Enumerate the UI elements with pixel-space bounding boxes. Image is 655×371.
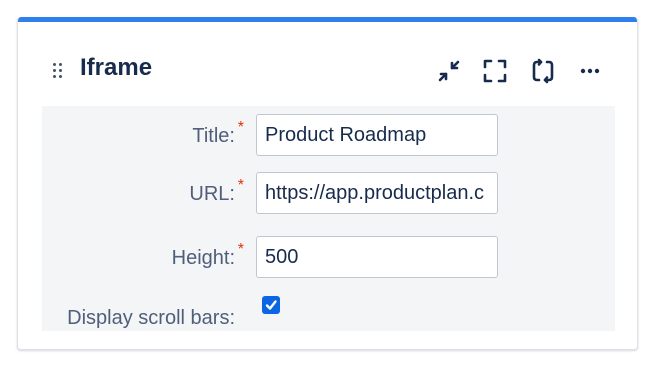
- card-header: Iframe: [18, 22, 637, 106]
- title-label: Title:: [192, 125, 235, 147]
- height-label: Height:: [171, 247, 235, 269]
- checkmark-icon: [265, 300, 277, 310]
- refresh-button[interactable]: [528, 56, 558, 86]
- height-row: Height: *: [42, 236, 615, 280]
- refresh-icon: [532, 58, 554, 84]
- more-icon: [580, 68, 600, 74]
- required-marker: *: [237, 119, 244, 136]
- title-input[interactable]: [256, 114, 498, 156]
- title-row: Title: *: [42, 114, 615, 158]
- scroll-bars-checkbox[interactable]: [262, 296, 280, 314]
- url-input[interactable]: [256, 172, 498, 214]
- required-marker: *: [237, 177, 244, 194]
- scroll-bars-label: Display scroll bars:: [67, 307, 235, 329]
- drag-handle-icon[interactable]: [53, 63, 65, 81]
- macro-parameters-form: Title: * URL: * Height: * Display scroll…: [42, 106, 615, 331]
- url-row: URL: *: [42, 172, 615, 216]
- required-marker: *: [237, 241, 244, 258]
- iframe-macro-card: Iframe Title: * Product Roadmap URL: * h…: [17, 17, 638, 350]
- more-options-button[interactable]: [575, 56, 605, 86]
- height-input[interactable]: [256, 236, 498, 278]
- fullscreen-icon: [483, 59, 507, 83]
- fullscreen-button[interactable]: [480, 56, 510, 86]
- macro-title: Iframe: [80, 54, 153, 81]
- url-label: URL:: [189, 183, 235, 205]
- collapse-button[interactable]: [434, 56, 464, 86]
- collapse-icon: [438, 60, 460, 82]
- scroll-bars-row: Display scroll bars:: [42, 294, 615, 338]
